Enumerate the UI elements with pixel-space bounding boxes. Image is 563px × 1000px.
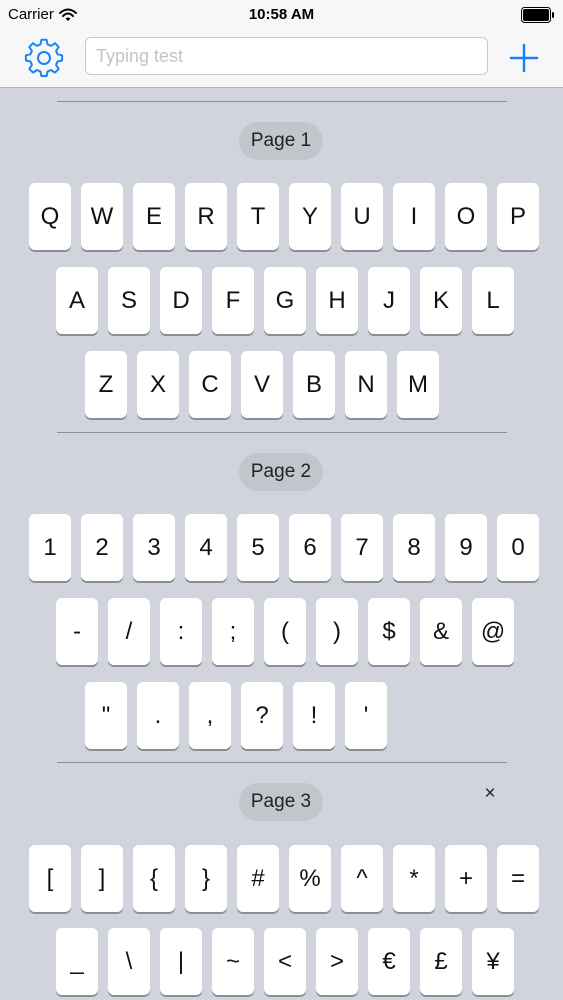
key[interactable]: S [108,267,150,334]
key[interactable]: + [445,845,487,912]
key[interactable]: N [345,351,387,418]
key[interactable]: € [368,928,410,995]
key[interactable]: T [237,183,279,250]
key[interactable]: } [185,845,227,912]
key[interactable]: Q [29,183,71,250]
battery-icon [521,7,554,23]
key[interactable]: 6 [289,514,331,581]
page-title-2[interactable]: Page 2 [238,453,324,491]
key[interactable]: ? [241,682,283,749]
key[interactable]: A [56,267,98,334]
key[interactable]: 7 [341,514,383,581]
key[interactable]: # [237,845,279,912]
key[interactable]: - [56,598,98,665]
key[interactable]: I [393,183,435,250]
key[interactable]: C [189,351,231,418]
key[interactable]: X [137,351,179,418]
key[interactable]: R [185,183,227,250]
key[interactable]: 0 [497,514,539,581]
key[interactable]: B [293,351,335,418]
key[interactable]: | [160,928,202,995]
key[interactable]: 1 [29,514,71,581]
key[interactable]: O [445,183,487,250]
key[interactable]: G [264,267,306,334]
key[interactable]: > [316,928,358,995]
key[interactable]: J [368,267,410,334]
key[interactable]: ' [345,682,387,749]
key[interactable]: U [341,183,383,250]
key[interactable]: ~ [212,928,254,995]
nav-bar [0,30,563,88]
key[interactable]: P [497,183,539,250]
key[interactable]: F [212,267,254,334]
key[interactable]: 9 [445,514,487,581]
key[interactable]: Z [85,351,127,418]
key[interactable]: [ [29,845,71,912]
page-title-3[interactable]: Page 3 [238,783,324,821]
key[interactable]: 4 [185,514,227,581]
plus-icon[interactable] [508,42,540,74]
key[interactable]: £ [420,928,462,995]
key[interactable]: 5 [237,514,279,581]
page-divider [57,432,507,433]
key[interactable]: ! [293,682,335,749]
key[interactable]: . [137,682,179,749]
search-input[interactable] [85,37,488,75]
key[interactable]: ; [212,598,254,665]
key[interactable]: V [241,351,283,418]
gear-icon[interactable] [24,38,64,78]
key[interactable]: , [189,682,231,749]
key[interactable]: L [472,267,514,334]
key[interactable]: { [133,845,175,912]
key[interactable]: " [85,682,127,749]
page-title-1[interactable]: Page 1 [238,122,324,160]
status-time: 10:58 AM [248,6,315,23]
key[interactable]: K [420,267,462,334]
key[interactable]: @ [472,598,514,665]
key[interactable]: ) [316,598,358,665]
key[interactable]: & [420,598,462,665]
key[interactable]: 3 [133,514,175,581]
key[interactable]: 2 [81,514,123,581]
key[interactable]: 8 [393,514,435,581]
key[interactable]: * [393,845,435,912]
key[interactable]: = [497,845,539,912]
key[interactable]: E [133,183,175,250]
key[interactable]: / [108,598,150,665]
key[interactable]: < [264,928,306,995]
key[interactable]: ] [81,845,123,912]
status-bar: Carrier 10:58 AM [0,0,563,30]
key[interactable]: ¥ [472,928,514,995]
key[interactable]: $ [368,598,410,665]
key[interactable]: : [160,598,202,665]
key[interactable]: ( [264,598,306,665]
key[interactable]: H [316,267,358,334]
key[interactable]: W [81,183,123,250]
key[interactable]: % [289,845,331,912]
key[interactable]: Y [289,183,331,250]
page-divider [57,101,507,102]
page-divider [57,762,507,763]
key[interactable]: ^ [341,845,383,912]
close-icon[interactable]: × [481,783,499,805]
key[interactable]: \ [108,928,150,995]
key[interactable]: _ [56,928,98,995]
key[interactable]: D [160,267,202,334]
key[interactable]: M [397,351,439,418]
